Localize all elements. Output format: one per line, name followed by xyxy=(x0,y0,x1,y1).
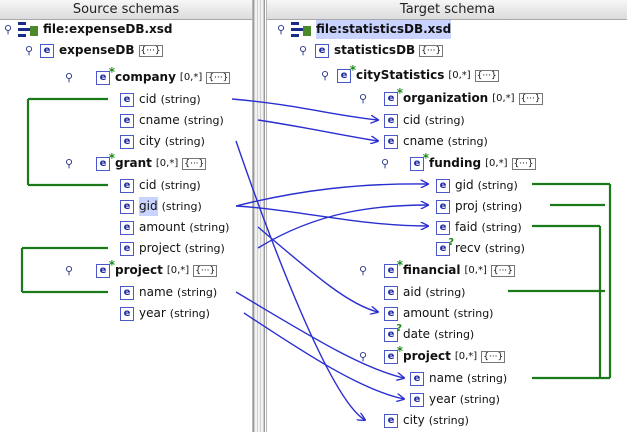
collapse-toggle-icon[interactable]: ⚲ xyxy=(63,261,75,280)
target-funding-gid[interactable]: e gid (string) xyxy=(436,176,518,195)
attribute-icon: e xyxy=(436,178,450,193)
content-model-icon: {···} xyxy=(481,350,506,363)
target-financial-aid[interactable]: e aid (string) xyxy=(384,283,465,302)
repeating-element-icon: e xyxy=(384,345,403,364)
source-grant-project[interactable]: e project (string) xyxy=(120,239,225,258)
collapse-toggle-icon[interactable]: ⚲ xyxy=(379,154,391,173)
source-project-node[interactable]: e project [0,*] {···} xyxy=(96,259,218,280)
attribute-icon: e xyxy=(120,113,134,128)
attribute-icon: e xyxy=(410,371,424,386)
source-company-node[interactable]: e company [0,*] {···} xyxy=(96,66,231,87)
content-model-icon: {···} xyxy=(474,69,499,82)
element-icon: e xyxy=(315,43,329,58)
collapse-toggle-icon[interactable]: ⚲ xyxy=(357,347,369,366)
target-organization-cid[interactable]: e cid (string) xyxy=(384,111,465,130)
attribute-icon: e xyxy=(120,306,134,321)
optional-attribute-icon: e xyxy=(436,237,454,256)
repeating-element-icon: e xyxy=(384,87,403,106)
content-model-icon: {···} xyxy=(193,264,218,277)
repeating-element-icon: e xyxy=(384,259,403,278)
target-project-year[interactable]: e year (string) xyxy=(410,390,500,409)
collapse-toggle-icon[interactable]: ⚲ xyxy=(357,261,369,280)
schema-file-icon xyxy=(291,21,311,38)
target-funding-node[interactable]: e funding [0,*] {···} xyxy=(410,152,536,173)
collapse-toggle-icon[interactable]: ⚲ xyxy=(63,68,75,87)
collapse-toggle-icon[interactable]: ⚲ xyxy=(357,89,369,108)
attribute-icon: e xyxy=(384,134,398,149)
source-project-name[interactable]: e name (string) xyxy=(120,283,217,302)
collapse-toggle-icon[interactable]: ⚲ xyxy=(23,41,35,60)
repeating-element-icon: e xyxy=(96,152,115,171)
source-project-year[interactable]: e year (string) xyxy=(120,304,210,323)
attribute-icon: e xyxy=(384,285,398,300)
source-panel-header: Source schemas xyxy=(0,0,252,20)
attribute-icon: e xyxy=(120,285,134,300)
element-icon: e xyxy=(40,43,54,58)
content-model-icon: {···} xyxy=(490,264,515,277)
attribute-icon: e xyxy=(384,113,398,128)
source-file-node[interactable]: file:expenseDB.xsd xyxy=(18,20,173,39)
target-organization-node[interactable]: e organization [0,*] {···} xyxy=(384,87,543,108)
attribute-icon: e xyxy=(120,199,134,214)
target-panel-header: Target schema xyxy=(267,0,627,20)
target-project-node[interactable]: e project [0,*] {···} xyxy=(384,345,506,366)
target-financial-node[interactable]: e financial [0,*] {···} xyxy=(384,259,515,280)
attribute-icon: e xyxy=(410,392,424,407)
content-model-icon: {···} xyxy=(138,44,163,57)
source-grant-node[interactable]: e grant [0,*] {···} xyxy=(96,152,207,173)
source-company-city[interactable]: e city (string) xyxy=(120,132,205,151)
source-schema-panel: Source schemas ⚲ file:expenseDB.xsd ⚲ e … xyxy=(0,0,253,432)
attribute-icon: e xyxy=(436,220,450,235)
collapse-toggle-icon[interactable]: ⚲ xyxy=(319,66,331,85)
attribute-icon: e xyxy=(120,241,134,256)
collapse-toggle-icon[interactable]: ⚲ xyxy=(63,154,75,173)
repeating-element-icon: e xyxy=(96,66,115,85)
repeating-element-icon: e xyxy=(410,152,429,171)
attribute-icon: e xyxy=(120,178,134,193)
target-citystatistics-node[interactable]: e cityStatistics [0,*] {···} xyxy=(337,64,499,85)
split-pane-divider[interactable] xyxy=(253,0,265,432)
attribute-icon: e xyxy=(120,134,134,149)
source-grant-cid[interactable]: e cid (string) xyxy=(120,176,201,195)
target-organization-cname[interactable]: e cname (string) xyxy=(384,132,488,151)
content-model-icon: {···} xyxy=(182,157,207,170)
optional-attribute-icon: e xyxy=(384,323,402,342)
source-grant-amount[interactable]: e amount (string) xyxy=(120,218,229,237)
collapse-toggle-icon[interactable]: ⚲ xyxy=(275,20,287,39)
target-funding-faid[interactable]: e faid (string) xyxy=(436,218,522,237)
target-project-name[interactable]: e name (string) xyxy=(410,369,507,388)
source-root-node[interactable]: e expenseDB {···} xyxy=(40,41,163,60)
attribute-icon: e xyxy=(120,220,134,235)
target-root-node[interactable]: e statisticsDB {···} xyxy=(315,41,444,60)
source-company-cname[interactable]: e cname (string) xyxy=(120,111,224,130)
collapse-toggle-icon[interactable]: ⚲ xyxy=(297,41,309,60)
target-financial-amount[interactable]: e amount (string) xyxy=(384,304,493,323)
repeating-element-icon: e xyxy=(337,64,356,83)
attribute-icon: e xyxy=(436,199,450,214)
content-model-icon: {···} xyxy=(206,71,231,84)
source-company-cid[interactable]: e cid (string) xyxy=(120,90,201,109)
content-model-icon: {···} xyxy=(419,44,444,57)
target-funding-proj[interactable]: e proj (string) xyxy=(436,197,522,216)
target-funding-recv[interactable]: e recv (string) xyxy=(436,237,525,258)
attribute-icon: e xyxy=(384,413,398,428)
target-file-node[interactable]: file:statisticsDB.xsd xyxy=(291,20,452,39)
attribute-icon: e xyxy=(120,92,134,107)
schema-file-icon xyxy=(18,21,38,38)
target-city[interactable]: e city (string) xyxy=(384,411,469,430)
source-grant-gid[interactable]: e gid (string) xyxy=(120,197,202,216)
repeating-element-icon: e xyxy=(96,259,115,278)
content-model-icon: {···} xyxy=(518,92,543,105)
attribute-icon: e xyxy=(384,306,398,321)
content-model-icon: {···} xyxy=(511,157,536,170)
collapse-toggle-icon[interactable]: ⚲ xyxy=(2,20,14,39)
target-schema-panel: Target schema ⚲ file:statisticsDB.xsd ⚲ … xyxy=(266,0,627,432)
target-financial-date[interactable]: e date (string) xyxy=(384,323,474,344)
